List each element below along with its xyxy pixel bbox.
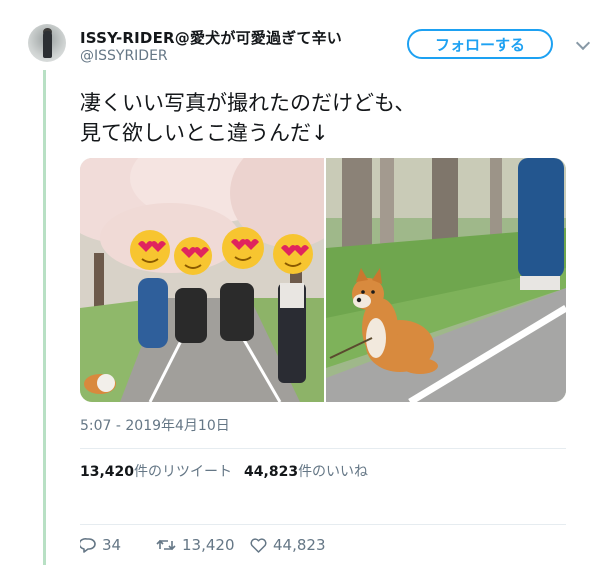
retweet-stat-label: 件のリツイート: [134, 464, 233, 480]
retweet-stat[interactable]: 13,420件のリツイート: [80, 464, 232, 480]
retweet-stat-count: 13,420: [80, 464, 135, 480]
tweet-media[interactable]: [80, 158, 566, 402]
tweet-text-line-1: 凄くいい写真が撮れたのだけども、: [80, 91, 416, 115]
engagement-stats: 13,420件のリツイート 44,823件のいいね: [80, 461, 368, 481]
follow-button[interactable]: フォローする: [407, 29, 553, 59]
divider-top: [80, 448, 566, 449]
like-count: 44,823: [273, 536, 326, 554]
reply-count: 34: [102, 536, 122, 554]
divider-bottom: [80, 524, 566, 525]
author-display-name[interactable]: ISSY-RIDER@愛犬が可愛過ぎて辛い: [80, 27, 342, 48]
chevron-down-icon[interactable]: [575, 35, 591, 51]
retweet-count: 13,420: [182, 536, 235, 554]
heart-icon: [250, 537, 267, 553]
media-photo-left[interactable]: [80, 158, 350, 402]
thread-line: [43, 70, 46, 565]
retweet-button[interactable]: 13,420: [156, 536, 235, 554]
media-photo-right[interactable]: [326, 158, 566, 402]
avatar-figure-body: [43, 31, 52, 58]
tweet-text-line-2: 見て欲しいとこ違うんだ↓: [80, 121, 329, 145]
retweet-icon: [156, 539, 176, 551]
avatar[interactable]: [28, 24, 66, 62]
tweet-text: 凄くいい写真が撮れたのだけども、 見て欲しいとこ違うんだ↓: [80, 88, 415, 148]
like-stat[interactable]: 44,823件のいいね: [244, 464, 368, 480]
like-stat-count: 44,823: [244, 464, 299, 480]
reply-button[interactable]: 34: [80, 536, 121, 554]
reply-icon: [80, 538, 96, 553]
author-handle[interactable]: @ISSYRIDER: [80, 48, 168, 64]
like-button[interactable]: 44,823: [250, 536, 326, 554]
tweet-timestamp[interactable]: 5:07 - 2019年4月10日: [80, 415, 230, 435]
like-stat-label: 件のいいね: [298, 464, 369, 480]
